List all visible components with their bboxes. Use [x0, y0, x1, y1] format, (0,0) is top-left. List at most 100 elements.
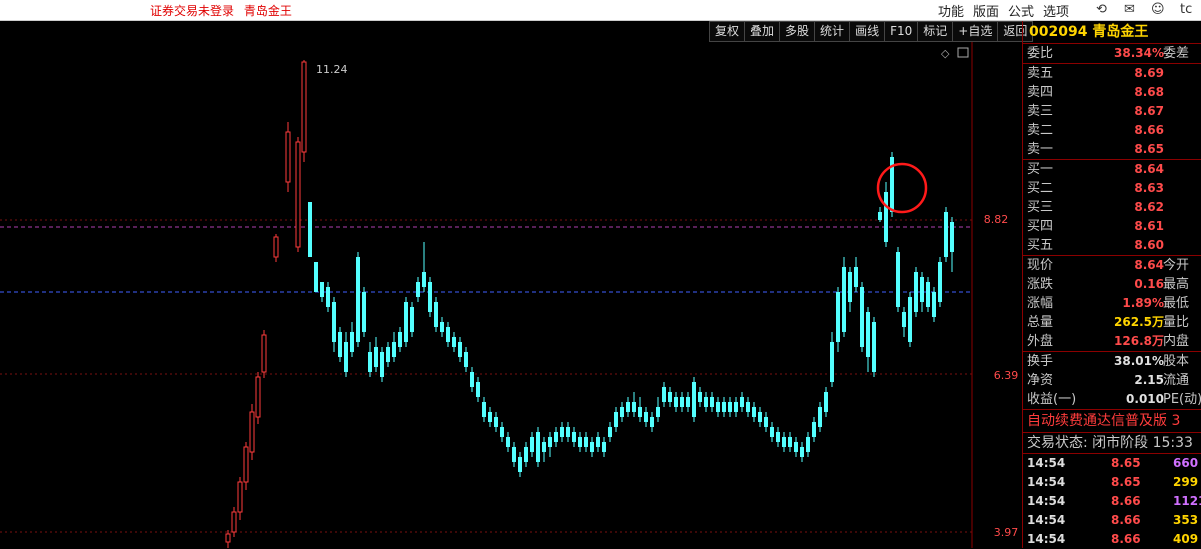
stat-row: 外盘 126.8万 内盘: [1027, 334, 1190, 349]
stat-row: 涨跌 0.16 最高: [1027, 277, 1190, 292]
window-control[interactable]: tc: [1180, 2, 1192, 17]
candle-body: [932, 292, 936, 317]
candle-body: [350, 332, 354, 352]
auto-renew-banner[interactable]: 自动续费通达信普及版 3: [1023, 410, 1201, 433]
highlight-circle: [876, 162, 928, 214]
btn-statistics[interactable]: 统计: [815, 21, 851, 42]
candle-body: [686, 397, 690, 407]
candle-body: [326, 287, 330, 307]
candle-body: [620, 407, 624, 417]
candle-body: [734, 402, 738, 412]
candle-body: [824, 392, 828, 412]
chart-toolbar: 复权 叠加 多股 统计 画线 F10 标记 +自选 返回: [709, 21, 1034, 42]
buy-3: 买三 8.62: [1027, 200, 1164, 215]
candle-body: [752, 407, 756, 417]
candle-body: [674, 397, 678, 407]
candle-body: [860, 287, 864, 347]
price-label-high: 8.82: [984, 213, 1009, 226]
candle-body: [542, 442, 546, 452]
candle-body: [249, 411, 255, 453]
candle-body: [770, 427, 774, 437]
login-status[interactable]: 证券交易未登录: [150, 4, 234, 18]
buy-orders: 买一 8.64 买二 8.63 买三 8.62 买四 8.61 买五 8.60: [1023, 160, 1201, 256]
btn-draw-line[interactable]: 画线: [850, 21, 886, 42]
stat-row: 收益(一) 0.010 PE(动): [1027, 392, 1201, 407]
candle-body: [896, 252, 900, 307]
candle-body: [332, 302, 336, 342]
candle-body: [392, 342, 396, 357]
candle-body: [848, 272, 852, 302]
stock-header: 002094 青岛金王: [1023, 21, 1201, 44]
buy-5: 买五 8.60: [1027, 238, 1164, 253]
menu-formula[interactable]: 公式: [1008, 1, 1034, 20]
candle-body: [428, 282, 432, 312]
candle-body: [356, 257, 360, 342]
btn-multi-stock[interactable]: 多股: [780, 21, 816, 42]
refresh-icon[interactable]: ⟲: [1096, 2, 1107, 17]
candle-body: [500, 427, 504, 437]
candle-body: [452, 337, 456, 347]
menu-function[interactable]: 功能: [938, 1, 964, 20]
sell-3: 卖三 8.67: [1027, 104, 1164, 119]
candle-body: [572, 432, 576, 442]
window-toggle-icon[interactable]: [957, 47, 969, 58]
candle-body: [308, 202, 312, 257]
weibi-row: 委比 38.34% 委差: [1023, 44, 1201, 64]
menu-layout[interactable]: 版面: [973, 1, 999, 20]
candle-body: [578, 437, 582, 447]
candle-body: [344, 342, 348, 372]
candle-body: [608, 427, 612, 437]
candle-body: [812, 422, 816, 437]
btn-add-watchlist[interactable]: +自选: [953, 21, 999, 42]
candle-body: [237, 481, 243, 513]
candle-body: [878, 212, 882, 220]
candle-body: [458, 342, 462, 357]
candle-body: [374, 347, 378, 367]
mail-icon[interactable]: ✉: [1124, 2, 1135, 17]
buy-4: 买四 8.61: [1027, 219, 1164, 234]
menu-options[interactable]: 选项: [1043, 1, 1069, 20]
sell-2: 卖二 8.66: [1027, 123, 1164, 138]
candle-body: [476, 382, 480, 397]
candle-body: [320, 282, 324, 297]
candle-body: [830, 342, 834, 382]
stat-row: 现价 8.64 今开: [1027, 258, 1190, 273]
candle-body: [614, 412, 618, 427]
stat-row: 总量 262.5万 量比: [1027, 315, 1190, 330]
diamond-icon[interactable]: ◇: [941, 47, 950, 60]
candle-body: [788, 437, 792, 447]
trade-row: 14:54 8.66 409: [1027, 532, 1199, 546]
user-icon[interactable]: ☺: [1151, 2, 1165, 17]
candle-body: [590, 442, 594, 452]
candle-body: [728, 402, 732, 412]
candle-body: [668, 392, 672, 402]
candle-body: [285, 131, 291, 183]
trade-row: 14:548.661121: [1027, 494, 1201, 508]
candle-body: [386, 347, 390, 362]
candle-body: [740, 397, 744, 407]
candle-body: [536, 432, 540, 462]
candle-body: [704, 397, 708, 407]
candle-body: [818, 407, 822, 427]
btn-overlay[interactable]: 叠加: [745, 21, 781, 42]
candle-body: [746, 402, 750, 412]
candle-body: [398, 332, 402, 347]
candle-body: [776, 432, 780, 442]
candle-body: [404, 302, 408, 342]
candle-body: [410, 307, 414, 332]
candle-body: [758, 412, 762, 422]
stat-row: 换手 38.01% 股本: [1027, 354, 1190, 369]
candlestick-chart[interactable]: 8.82 6.39 3.97 11.24 ◇: [0, 42, 1022, 548]
btn-mark[interactable]: 标记: [918, 21, 954, 42]
stats-block-2: 换手 38.01% 股本 净资 2.15 流通 收益(一) 0.010 PE(动): [1023, 352, 1201, 410]
candle-body: [632, 402, 636, 412]
candle-body: [902, 312, 906, 327]
candle-body: [255, 376, 261, 418]
candle-body: [512, 447, 516, 462]
title-text: 证券交易未登录 青岛金王: [150, 2, 298, 19]
candle-body: [836, 292, 840, 342]
btn-f10[interactable]: F10: [885, 21, 919, 42]
candle-body: [884, 192, 888, 242]
stock-name-title: 青岛金王: [243, 4, 292, 18]
btn-fuquan[interactable]: 复权: [709, 21, 746, 42]
